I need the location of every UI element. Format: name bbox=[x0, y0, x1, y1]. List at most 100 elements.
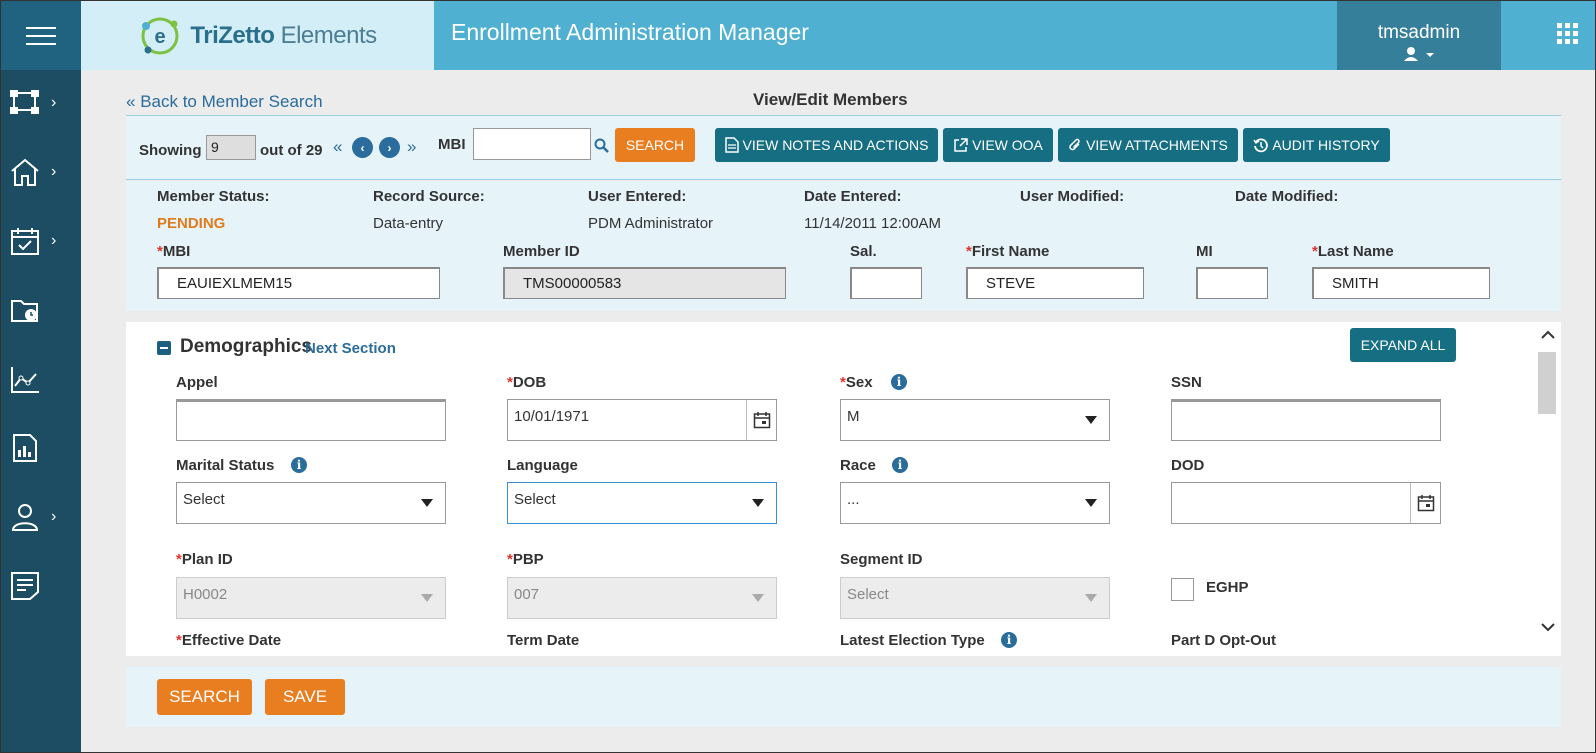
last-record-icon[interactable]: » bbox=[407, 137, 416, 157]
paperclip-icon bbox=[1069, 138, 1080, 151]
race-info-icon[interactable]: i bbox=[892, 457, 908, 473]
view-attachments-button[interactable]: VIEW ATTACHMENTS bbox=[1058, 128, 1238, 162]
plan-id-label: *Plan ID bbox=[176, 551, 233, 568]
toolbar-search-button[interactable]: SEARCH bbox=[615, 128, 695, 162]
scroll-up-icon[interactable] bbox=[1540, 330, 1556, 340]
sidebar-item-reports[interactable] bbox=[1, 423, 81, 473]
record-source-value: Data-entry bbox=[373, 215, 444, 232]
sex-info-icon[interactable]: i bbox=[891, 374, 907, 390]
dob-field[interactable]: 10/01/1971 bbox=[507, 399, 777, 441]
date-entered-value: 11/14/2011 12:00AM bbox=[804, 215, 942, 232]
calendar-icon[interactable] bbox=[1410, 483, 1440, 523]
calendar-icon[interactable] bbox=[746, 400, 776, 440]
eghp-label: EGHP bbox=[1206, 579, 1249, 596]
ssn-field[interactable] bbox=[1171, 399, 1441, 441]
expand-all-button[interactable]: EXPAND ALL bbox=[1350, 328, 1456, 362]
history-icon bbox=[1253, 137, 1269, 152]
sidebar-item-calendar[interactable]: › bbox=[1, 216, 81, 266]
marital-status-info-icon[interactable]: i bbox=[291, 457, 307, 473]
collapse-icon[interactable] bbox=[157, 341, 171, 355]
out-of-label: out of 29 bbox=[260, 142, 323, 159]
race-select[interactable]: ... bbox=[840, 482, 1110, 524]
trizetto-logo-icon: e bbox=[141, 17, 179, 54]
line-chart-icon bbox=[11, 367, 39, 393]
member-status-value: PENDING bbox=[157, 215, 226, 232]
sex-select[interactable]: M bbox=[840, 399, 1110, 441]
record-source-label: Record Source: bbox=[373, 188, 485, 205]
user-entered-value: PDM Administrator bbox=[588, 215, 714, 232]
mbi-search-input[interactable] bbox=[473, 128, 591, 160]
chevron-right-icon: › bbox=[51, 163, 57, 180]
segment-id-select: Select bbox=[840, 577, 1110, 619]
record-toolbar: Showing 9 out of 29 « ‹ › » MBI SEARCH V… bbox=[126, 116, 1561, 180]
showing-label: Showing bbox=[139, 142, 202, 159]
next-section-link[interactable]: Next Section bbox=[305, 340, 396, 357]
save-button[interactable]: SAVE bbox=[265, 679, 345, 715]
segment-id-label: Segment ID bbox=[840, 551, 923, 568]
last-name-field[interactable]: SMITH bbox=[1312, 267, 1490, 299]
apps-grid-icon[interactable] bbox=[1557, 23, 1579, 48]
marital-status-label: Marital Status bbox=[176, 457, 275, 474]
view-ooa-button[interactable]: VIEW OOA bbox=[943, 128, 1053, 162]
language-select[interactable]: Select bbox=[507, 482, 777, 524]
hamburger-menu-icon[interactable] bbox=[1, 1, 81, 70]
svg-text:e: e bbox=[155, 26, 166, 48]
user-icon bbox=[11, 504, 39, 531]
sidebar-item-home[interactable]: › bbox=[1, 147, 81, 197]
top-bar: e TriZetto Elements Enrollment Administr… bbox=[1, 1, 1595, 70]
part-d-opt-out-label: Part D Opt-Out bbox=[1171, 632, 1276, 649]
first-record-icon[interactable]: « bbox=[333, 137, 342, 157]
demographics-scrollbar[interactable] bbox=[1535, 322, 1561, 656]
member-info-panel: Member Status: PENDING Record Source: Da… bbox=[126, 181, 1561, 311]
middle-initial-label: MI bbox=[1196, 243, 1213, 260]
first-name-field[interactable]: STEVE bbox=[966, 267, 1144, 299]
search-button[interactable]: SEARCH bbox=[157, 679, 252, 715]
sidebar-item-folder[interactable] bbox=[1, 285, 81, 335]
dod-field[interactable] bbox=[1171, 482, 1441, 524]
mbi-field-label: *MBI bbox=[157, 243, 191, 260]
effective-date-label: *Effective Date bbox=[176, 632, 282, 649]
chevron-right-icon: › bbox=[51, 94, 57, 111]
folder-clock-icon bbox=[11, 300, 38, 322]
eghp-checkbox[interactable] bbox=[1171, 578, 1194, 601]
app-title: Enrollment Administration Manager bbox=[451, 19, 809, 45]
search-icon[interactable] bbox=[594, 138, 609, 153]
chevron-right-icon: › bbox=[51, 508, 57, 525]
scroll-down-icon[interactable] bbox=[1540, 622, 1556, 632]
middle-initial-field[interactable] bbox=[1196, 267, 1268, 299]
appel-label: Appel bbox=[176, 374, 218, 391]
plan-id-select: H0002 bbox=[176, 577, 446, 619]
report-icon bbox=[13, 434, 37, 462]
language-label: Language bbox=[507, 457, 578, 474]
back-to-search-link[interactable]: « Back to Member Search bbox=[126, 92, 323, 112]
dob-label: *DOB bbox=[507, 374, 547, 391]
sidebar: › › › › bbox=[1, 70, 81, 752]
appel-field[interactable] bbox=[176, 399, 446, 441]
election-type-info-icon[interactable]: i bbox=[1001, 632, 1017, 648]
user-dropdown-icon[interactable] bbox=[1402, 46, 1436, 62]
sidebar-item-analytics[interactable] bbox=[1, 354, 81, 404]
latest-election-type-label: Latest Election Type bbox=[840, 632, 985, 649]
hierarchy-icon bbox=[10, 90, 39, 114]
record-index-input[interactable]: 9 bbox=[206, 135, 256, 160]
sidebar-item-hierarchy[interactable]: › bbox=[1, 78, 81, 128]
next-record-icon[interactable]: › bbox=[379, 137, 400, 158]
mbi-field[interactable]: EAUIEXLMEM15 bbox=[157, 267, 440, 299]
audit-history-button[interactable]: AUDIT HISTORY bbox=[1243, 128, 1390, 162]
username: tmsadmin bbox=[1377, 22, 1461, 43]
term-date-label: Term Date bbox=[507, 632, 580, 649]
marital-status-select[interactable]: Select bbox=[176, 482, 446, 524]
race-label: Race bbox=[840, 457, 876, 474]
user-entered-label: User Entered: bbox=[588, 188, 687, 205]
scrollbar-thumb[interactable] bbox=[1538, 352, 1556, 414]
sidebar-item-user[interactable]: › bbox=[1, 492, 81, 542]
salutation-field[interactable] bbox=[850, 267, 922, 299]
pbp-select: 007 bbox=[507, 577, 777, 619]
previous-record-icon[interactable]: ‹ bbox=[352, 137, 373, 158]
mbi-search-label: MBI bbox=[438, 136, 466, 153]
app-window: e TriZetto Elements Enrollment Administr… bbox=[0, 0, 1596, 753]
date-entered-label: Date Entered: bbox=[804, 188, 902, 205]
view-notes-button[interactable]: VIEW NOTES AND ACTIONS bbox=[715, 128, 938, 162]
user-menu[interactable]: tmsadmin bbox=[1337, 1, 1501, 70]
sidebar-item-notes[interactable] bbox=[1, 561, 81, 611]
